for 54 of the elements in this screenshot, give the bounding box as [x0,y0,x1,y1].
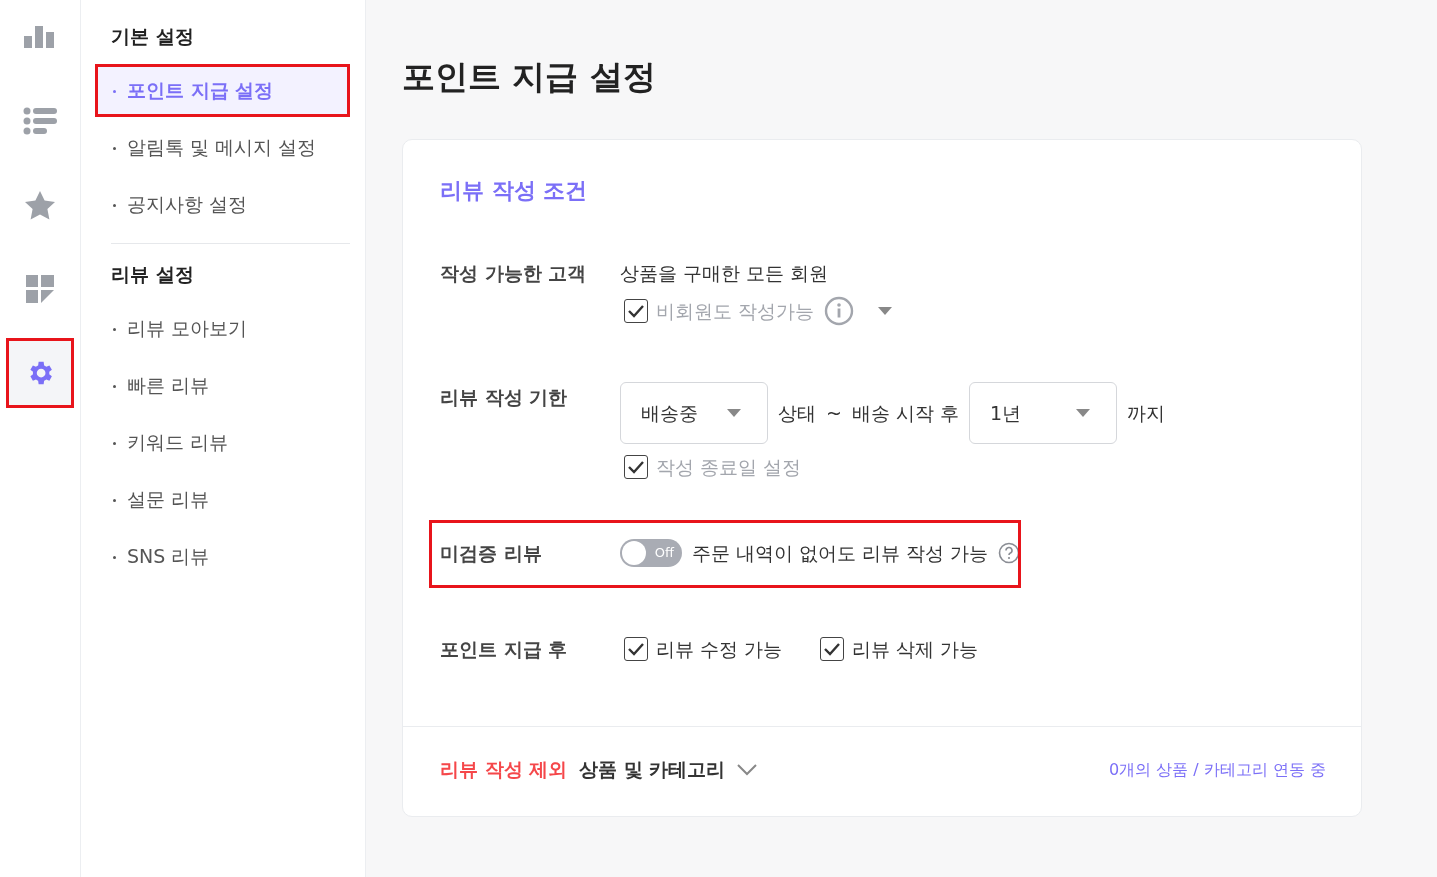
menu-section-title: 리뷰 설정 [111,262,194,287]
menu-item[interactable]: 설문 리뷰 [111,473,350,526]
checkbox[interactable] [820,637,845,661]
checkbox[interactable] [624,637,648,661]
field-text: 배송 시작 후 [851,401,959,426]
section-title-highlight: 리뷰 작성 제외 [440,757,568,782]
bullet-icon [113,498,116,502]
menu-item[interactable]: SNS 리뷰 [111,530,350,583]
period-dropdown[interactable]: 1년 [969,382,1117,444]
dashboard-icon [26,275,54,303]
caret-icon[interactable] [878,307,893,315]
field-label: 포인트 지급 후 [440,637,569,662]
menu-item[interactable]: 공지사항 설정 [95,178,350,231]
help-icon[interactable] [998,542,1021,564]
info-icon[interactable] [824,296,855,326]
caret-icon [727,409,741,417]
chevron-icon[interactable] [737,764,758,776]
checkbox-label: 작성 종료일 설정 [656,455,802,480]
checkmark-icon [627,460,645,474]
menu-section-title: 기본 설정 [111,24,194,49]
bullet-icon [113,384,116,388]
link-status: 0개의 상품 / 카테고리 연동 중 [1109,759,1326,781]
checkbox-label: 리뷰 수정 가능 [656,637,783,662]
field-label: 작성 가능한 고객 [440,261,588,286]
page-title: 포인트 지급 설정 [402,56,656,98]
menu-item[interactable]: 빠른 리뷰 [111,359,350,412]
tilde-text: ~ [826,401,842,426]
toggle-description: 주문 내역이 없어도 리뷰 작성 가능 [692,541,989,566]
field-text: 까지 [1127,401,1165,426]
field-text: 상태 [778,401,816,426]
list-icon [23,107,57,135]
checkmark-icon [627,304,645,318]
card-title: 리뷰 작성 조건 [440,177,588,205]
bullet-icon [113,555,116,559]
bullet-icon [113,146,116,150]
menu-item[interactable]: 키워드 리뷰 [111,416,350,469]
checkbox-label: 비회원도 작성가능 [656,299,815,324]
bullet-icon [113,203,116,207]
bullet-icon [113,441,116,445]
field-label: 리뷰 작성 기한 [440,385,569,410]
status-dropdown[interactable]: 배송중 [620,382,768,444]
checkmark-icon [823,642,842,656]
checkbox-label: 리뷰 삭제 가능 [852,637,979,662]
menu-item[interactable]: 알림톡 및 메시지 설정 [95,121,350,174]
field-label: 미검증 리뷰 [440,541,543,566]
field-value: 상품을 구매한 모든 회원 [620,261,830,286]
section-title: 상품 및 카테고리 [579,757,726,782]
menu-item[interactable]: 리뷰 모아보기 [111,302,350,355]
bar-chart-icon [24,26,56,48]
bullet-icon [113,89,116,93]
checkmark-icon [627,642,645,656]
caret-icon [1076,409,1090,417]
bullet-icon [113,327,116,331]
star-icon [25,190,55,220]
